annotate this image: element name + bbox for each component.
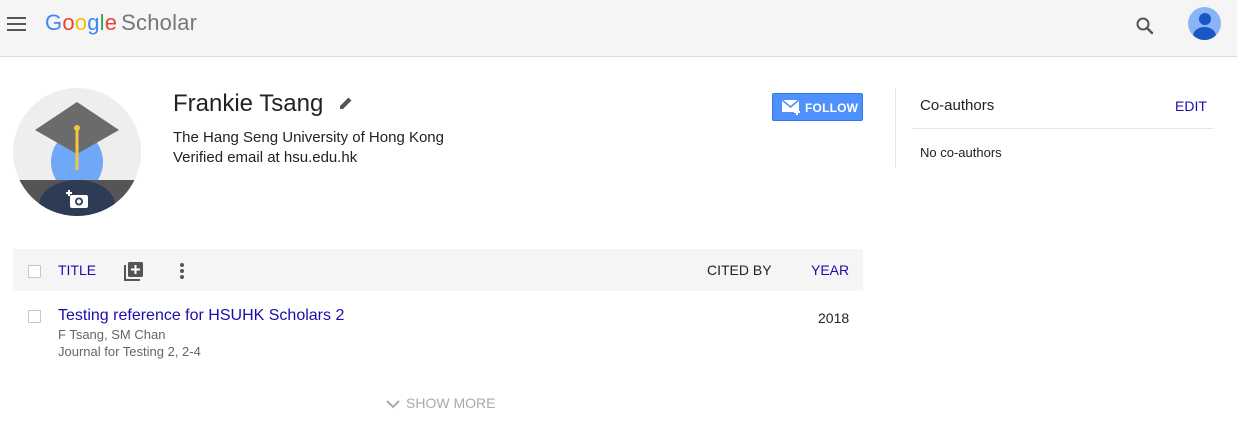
articles-table-header: TITLE CITED BY YEAR xyxy=(13,249,863,291)
profile-affiliation: The Hang Seng University of Hong Kong xyxy=(173,129,444,146)
profile-verified-email: Verified email at hsu.edu.hk xyxy=(173,149,358,166)
follow-button[interactable]: FOLLOW xyxy=(772,93,863,121)
article-authors: F Tsang, SM Chan xyxy=(58,327,166,342)
coauthors-rule xyxy=(912,128,1213,129)
coauthors-empty-text: No co-authors xyxy=(920,145,1002,160)
row-checkbox[interactable] xyxy=(28,310,41,323)
select-all-checkbox[interactable] xyxy=(28,265,41,278)
show-more-label: SHOW MORE xyxy=(406,395,496,411)
mail-plus-icon xyxy=(782,99,800,115)
follow-label: FOLLOW xyxy=(805,101,859,115)
top-bar: Google Scholar xyxy=(0,0,1237,57)
sort-by-cited-by[interactable]: CITED BY xyxy=(707,262,772,278)
add-article-icon[interactable] xyxy=(124,261,144,281)
change-photo-icon[interactable] xyxy=(66,188,90,210)
google-scholar-logo[interactable]: Google Scholar xyxy=(45,10,197,36)
sort-by-title[interactable]: TITLE xyxy=(58,262,96,278)
coauthors-divider xyxy=(895,88,896,168)
coauthors-title: Co-authors xyxy=(920,97,995,114)
article-journal: Journal for Testing 2, 2-4 xyxy=(58,344,201,359)
profile-photo[interactable] xyxy=(13,88,141,216)
more-actions-icon[interactable] xyxy=(179,262,185,280)
article-year: 2018 xyxy=(818,310,850,326)
search-icon[interactable] xyxy=(1133,14,1157,38)
chevron-down-icon xyxy=(386,400,400,409)
sort-by-year[interactable]: YEAR xyxy=(811,262,849,278)
profile-name: Frankie Tsang xyxy=(173,90,324,117)
article-title-link[interactable]: Testing reference for HSUHK Scholars 2 xyxy=(58,307,344,325)
edit-pencil-icon[interactable] xyxy=(338,95,354,111)
show-more-button[interactable]: SHOW MORE xyxy=(386,395,495,411)
menu-icon[interactable] xyxy=(7,17,26,31)
coauthors-edit-link[interactable]: EDIT xyxy=(1175,98,1207,114)
account-icon[interactable] xyxy=(1188,7,1221,40)
